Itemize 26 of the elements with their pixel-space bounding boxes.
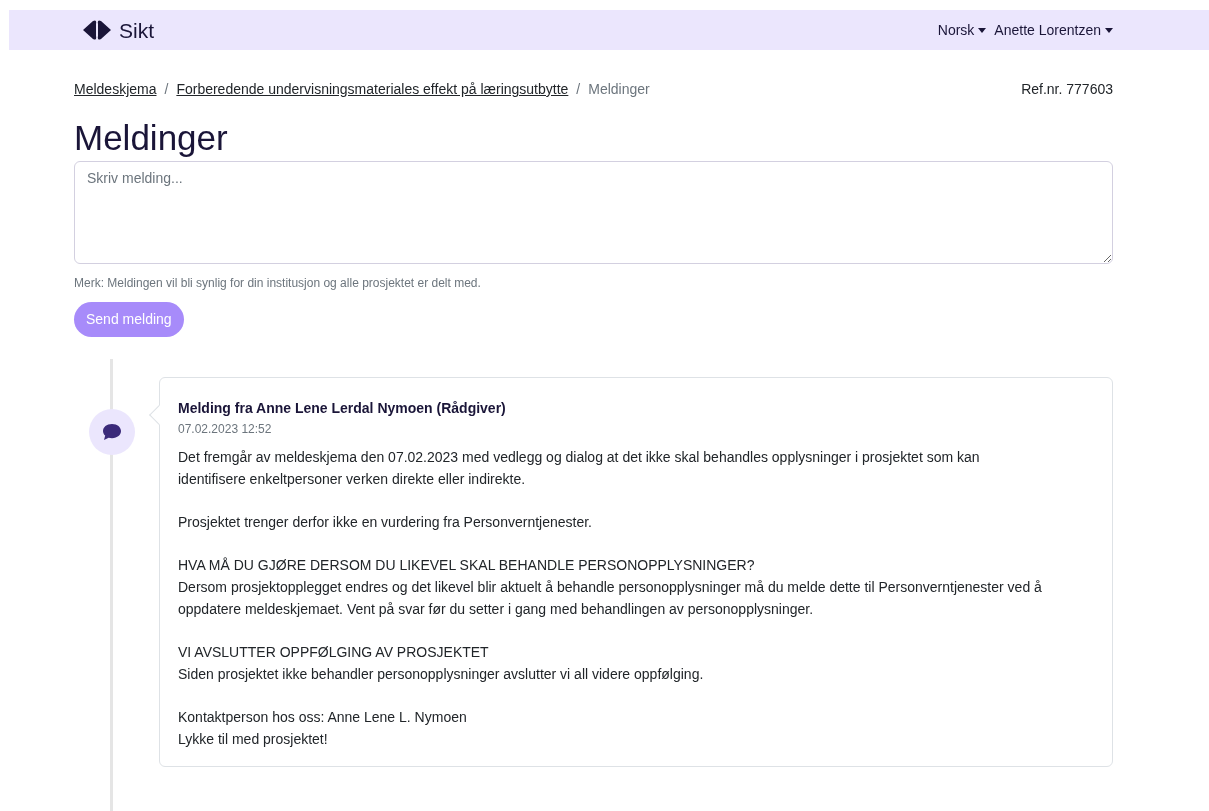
page-title: Meldinger bbox=[74, 118, 229, 158]
breadcrumb-separator: / bbox=[164, 80, 169, 99]
message-text: Kontaktperson hos oss: Anne Lene L. Nymoen bbox=[178, 708, 468, 727]
breadcrumb-separator: / bbox=[576, 80, 581, 99]
message-field[interactable]: Skriv melding... bbox=[74, 161, 1113, 264]
message-time: 07.02.2023 12:52 bbox=[178, 421, 273, 438]
breadcrumb-link[interactable]: Meldeskjema bbox=[74, 79, 157, 100]
message-text: Dersom prosjektopplegget endres og det likevel blir aktuelt å behandle personopplysninger må du melde dette til Personverntjenester ved å oppdatere meldeskjemaet. Vent på svar før du setter i gang med behandlingen av personopplysninger. bbox=[178, 578, 1043, 619]
logo-icon bbox=[81, 20, 113, 40]
message-text: Det fremgår av meldeskjema den 07.02.2023 med vedlegg og dialog at det ikke skal behandles opplysninger i prosjektet som kan identifisere enkeltpersoner verken direkte eller indirekte. bbox=[178, 448, 981, 489]
caret-icon bbox=[978, 27, 987, 33]
message-text: VI AVSLUTTER OPPFØLGING AV PROSJEKTET bbox=[178, 643, 490, 662]
message-text: Siden prosjektet ikke behandler personopplysninger avslutter vi all videre oppfølging. bbox=[178, 665, 705, 684]
breadcrumb-current: Meldinger bbox=[588, 80, 650, 99]
logo-text: Sikt bbox=[119, 19, 154, 41]
chat-bubble-icon bbox=[102, 423, 122, 441]
dropdown-menu[interactable]: Anette Lorentzen bbox=[994, 19, 1113, 41]
message-sender: Melding fra Anne Lene Lerdal Nymoen (Rådgiver) bbox=[178, 399, 507, 418]
message-text: Prosjektet trenger derfor ikke en vurdering fra Personverntjenester. bbox=[178, 513, 593, 532]
dropdown-menu[interactable]: Norsk bbox=[937, 19, 987, 41]
note-text: Merk: Meldingen vil bli synlig for din institusjon og alle prosjektet er delt med. bbox=[74, 275, 482, 292]
message-text: HVA MÅ DU GJØRE DERSOM DU LIKEVEL SKAL BEHANDLE PERSONOPPLYSNINGER? bbox=[178, 556, 756, 575]
caret-icon bbox=[1105, 27, 1113, 33]
message-text: Lykke til med prosjektet! bbox=[178, 730, 329, 749]
reference-number: Ref.nr. 777603 bbox=[1021, 80, 1113, 99]
breadcrumb-link[interactable]: Forberedende undervisningsmateriales effekt på læringsutbytte bbox=[176, 79, 569, 100]
